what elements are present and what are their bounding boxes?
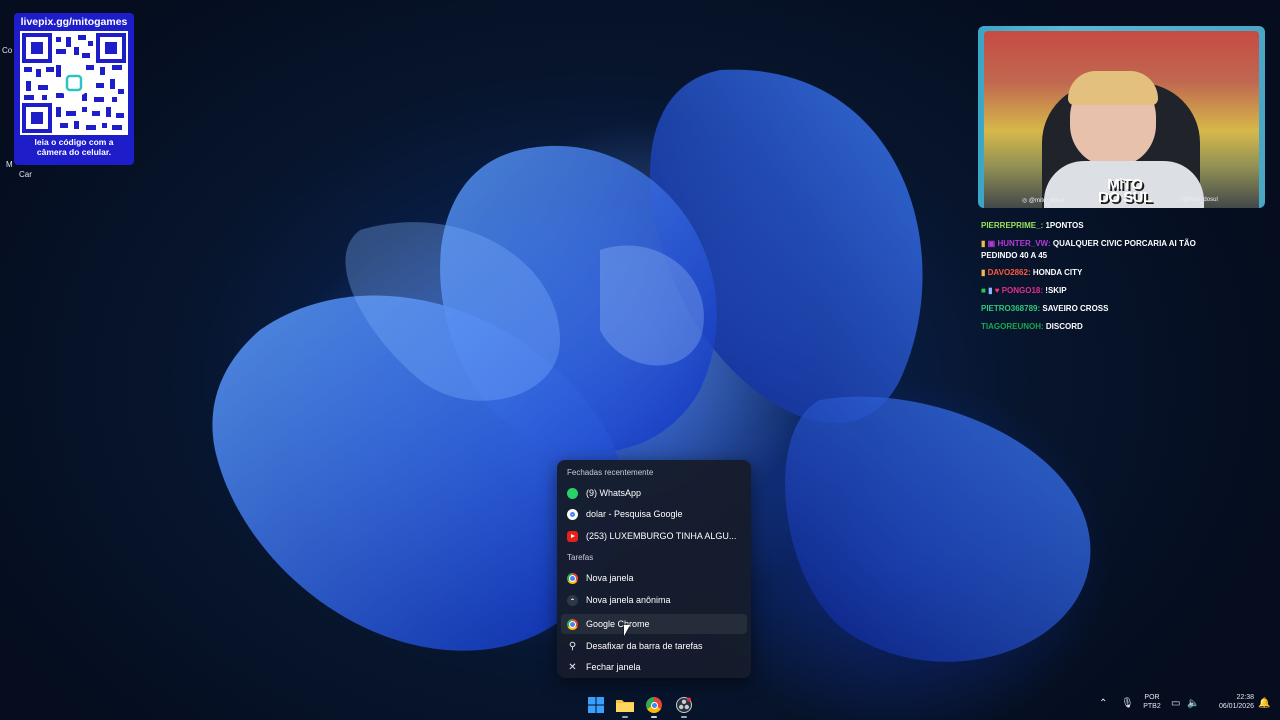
chrome-jump-list: Fechadas recentemente (9) WhatsApp dolar… xyxy=(557,460,751,678)
tiktok-handle: ♪ @mito_dosul xyxy=(1178,197,1218,203)
chat-badge-icon: ■ xyxy=(981,286,986,295)
desktop-icon-label[interactable]: M xyxy=(6,160,13,169)
chat-username: PIERREPRIME_: xyxy=(981,221,1044,230)
running-indicator xyxy=(681,716,687,718)
jumplist-item-google-chrome[interactable]: Google Chrome xyxy=(561,614,747,634)
obs-icon xyxy=(676,697,692,713)
webcam-overlay: MiTO DO SUL ◎ @mito_dosul ♪ @mito_dosul xyxy=(978,26,1265,208)
streamer-hair xyxy=(1068,71,1158,105)
donation-qr-card: livepix.gg/mitogames leia o código com a xyxy=(14,13,134,165)
chrome-icon xyxy=(646,697,662,713)
unpin-icon: ⚲ xyxy=(568,640,577,652)
chat-text: !SKIP xyxy=(1045,286,1067,295)
jumplist-item-label: Desafixar da barra de tarefas xyxy=(586,641,703,651)
microphone-icon[interactable]: 🎙 xyxy=(1121,698,1134,709)
clock-date: 06/01/2026 xyxy=(1218,703,1254,710)
chat-text: HONDA CITY xyxy=(1032,268,1083,277)
donation-url: livepix.gg/mitogames xyxy=(20,16,128,28)
notification-bell-icon[interactable]: 🔔 xyxy=(1258,698,1270,709)
instagram-icon: ◎ xyxy=(1022,198,1029,204)
jumplist-item-new-incognito-window[interactable]: ◓ Nova janela anônima xyxy=(561,590,747,610)
jumplist-item-label: (253) LUXEMBURGO TINHA ALGU... xyxy=(586,531,737,541)
chat-badge-icon: ▣ xyxy=(987,239,996,248)
chat-username: PONGO18: xyxy=(1001,286,1044,295)
stream-logo: MiTO DO SUL xyxy=(1098,177,1152,206)
running-indicator xyxy=(622,716,628,718)
chat-badge-icon: ▮ xyxy=(981,239,986,248)
jumplist-item-google-search[interactable]: dolar - Pesquisa Google xyxy=(561,504,747,524)
start-icon xyxy=(588,697,604,713)
close-icon: ✕ xyxy=(568,661,577,673)
chrome-taskbar-button[interactable] xyxy=(643,694,665,716)
chat-text: 1PONTOS xyxy=(1045,221,1084,230)
jumplist-item-label: Google Chrome xyxy=(586,619,650,629)
chat-username: HUNTER_VW: xyxy=(997,239,1051,248)
file-explorer-button[interactable] xyxy=(614,694,636,716)
volume-icon[interactable]: 🔈 xyxy=(1187,698,1199,709)
qr-caption: leia o código com a câmera do celular. xyxy=(34,137,114,157)
mouse-cursor xyxy=(624,625,630,636)
desktop-icon-label[interactable]: Car xyxy=(19,170,32,179)
jumplist-item-label: (9) WhatsApp xyxy=(586,488,642,498)
jumplist-item-close-window[interactable]: ✕ Fechar janela xyxy=(561,657,747,677)
file-explorer-icon xyxy=(616,700,634,712)
chat-text: SAVEIRO CROSS xyxy=(1042,304,1109,313)
jumplist-item-unpin[interactable]: ⚲ Desafixar da barra de tarefas xyxy=(561,636,747,656)
chat-message: ▮ DAVO2862: HONDA CITY xyxy=(981,264,1231,282)
show-hidden-icons-chevron-icon[interactable]: ⌃ xyxy=(1099,698,1107,709)
jumplist-item-new-window[interactable]: Nova janela xyxy=(561,568,747,588)
google-icon xyxy=(567,508,578,520)
input-language-indicator[interactable]: POR PTB2 xyxy=(1140,693,1164,711)
chat-message: PIETRO368789: SAVEIRO CROSS xyxy=(981,300,1231,318)
heart-icon: ♥ xyxy=(994,286,1000,295)
instagram-handle-text: @mito_dosul xyxy=(1028,198,1065,204)
jumplist-item-label: Nova janela anônima xyxy=(586,595,671,605)
chat-message: TIAGOREUNOH: DISCORD xyxy=(981,318,1231,336)
chat-username: DAVO2862: xyxy=(987,268,1031,277)
chrome-icon xyxy=(567,618,578,630)
network-icon[interactable]: ▭ xyxy=(1171,698,1180,709)
chrome-icon xyxy=(567,572,578,584)
chat-username: PIETRO368789: xyxy=(981,304,1041,313)
stream-logo-line2: DO SUL xyxy=(1098,189,1152,206)
instagram-handle: ◎ @mito_dosul xyxy=(1022,197,1064,204)
chat-username: TIAGOREUNOH: xyxy=(981,322,1044,331)
running-indicator xyxy=(651,716,657,718)
language-code: POR xyxy=(1144,694,1160,701)
chat-badge-icon: ▮ xyxy=(981,268,986,277)
chat-badge-icon: ▮ xyxy=(988,286,993,295)
chat-message: ▮ ▣ HUNTER_VW: QUALQUER CIVIC PORCARIA A… xyxy=(981,238,1231,262)
clock-time: 22:38 xyxy=(1236,694,1254,701)
start-button[interactable] xyxy=(585,694,607,716)
whatsapp-icon xyxy=(567,487,578,499)
taskbar xyxy=(0,690,1280,720)
desktop-icon-label[interactable]: Co xyxy=(2,46,12,55)
keyboard-layout: PTB2 xyxy=(1143,703,1161,710)
recently-closed-header: Fechadas recentemente xyxy=(567,468,654,477)
youtube-icon xyxy=(567,530,578,542)
obs-taskbar-button[interactable] xyxy=(673,694,695,716)
incognito-icon: ◓ xyxy=(567,594,578,606)
jumplist-item-label: dolar - Pesquisa Google xyxy=(586,509,683,519)
chat-message: ■ ▮ ♥ PONGO18: !SKIP xyxy=(981,282,1231,300)
jumplist-item-label: Fechar janela xyxy=(586,662,641,672)
jumplist-item-label: Nova janela xyxy=(586,573,634,583)
tasks-header: Tarefas xyxy=(567,553,594,562)
clock[interactable]: 22:38 06/01/2026 xyxy=(1206,693,1254,711)
tiktok-handle-text: @mito_dosul xyxy=(1182,197,1218,203)
stream-chat: PIERREPRIME_: 1PONTOS ▮ ▣ HUNTER_VW: QUA… xyxy=(981,217,1231,336)
jumplist-item-youtube[interactable]: (253) LUXEMBURGO TINHA ALGU... xyxy=(561,526,747,546)
chat-message: PIERREPRIME_: 1PONTOS xyxy=(981,217,1231,235)
jumplist-item-whatsapp[interactable]: (9) WhatsApp xyxy=(561,483,747,503)
qr-code xyxy=(20,31,128,135)
chat-text: DISCORD xyxy=(1045,322,1083,331)
